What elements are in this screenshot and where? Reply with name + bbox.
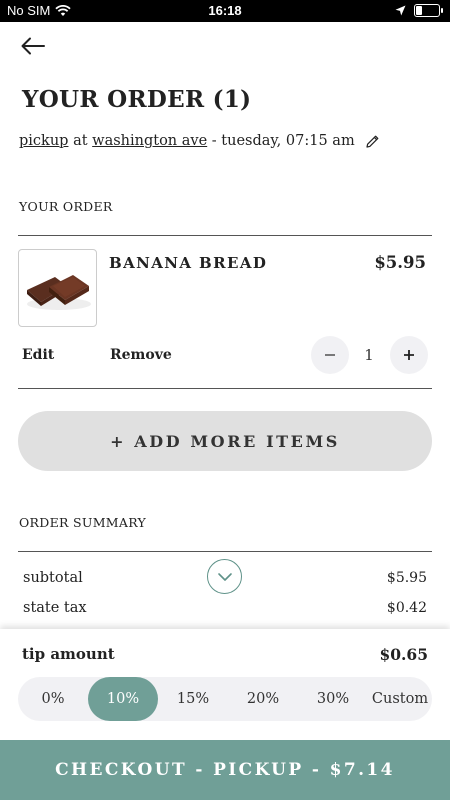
pencil-icon[interactable] bbox=[365, 134, 380, 149]
minus-icon bbox=[325, 354, 335, 356]
tip-option-20[interactable]: 20% bbox=[228, 677, 298, 721]
status-bar: No SIM 16:18 bbox=[0, 0, 450, 22]
tip-option-0[interactable]: 0% bbox=[18, 677, 88, 721]
divider bbox=[18, 551, 432, 552]
location-link[interactable]: washington ave bbox=[92, 133, 207, 149]
summary-label: subtotal bbox=[23, 570, 83, 586]
tip-option-30[interactable]: 30% bbox=[298, 677, 368, 721]
tip-panel: tip amount $0.65 0% 10% 15% 20% 30% Cust… bbox=[0, 629, 450, 740]
your-order-heading: YOUR ORDER bbox=[19, 199, 113, 214]
tip-option-custom[interactable]: Custom bbox=[368, 677, 432, 721]
chevron-down-icon bbox=[217, 572, 232, 581]
tip-option-15[interactable]: 15% bbox=[158, 677, 228, 721]
decrease-quantity-button[interactable] bbox=[311, 336, 349, 374]
summary-value: $0.42 bbox=[386, 600, 427, 616]
item-name: BANANA BREAD bbox=[109, 254, 268, 272]
page-title: YOUR ORDER (1) bbox=[22, 86, 252, 113]
divider bbox=[18, 235, 432, 236]
order-summary-heading: ORDER SUMMARY bbox=[19, 515, 147, 530]
tip-selector: 0% 10% 15% 20% 30% Custom bbox=[18, 677, 432, 721]
back-button[interactable] bbox=[18, 34, 48, 58]
back-arrow-icon bbox=[21, 37, 45, 55]
item-thumbnail bbox=[18, 249, 97, 327]
pickup-time: - tuesday, 07:15 am bbox=[211, 133, 355, 149]
plus-icon bbox=[404, 350, 414, 360]
remove-item-button[interactable]: Remove bbox=[110, 347, 172, 363]
increase-quantity-button[interactable] bbox=[390, 336, 428, 374]
item-price: $5.95 bbox=[374, 253, 426, 272]
add-more-items-button[interactable]: + ADD MORE ITEMS bbox=[18, 411, 432, 471]
location-arrow-icon bbox=[395, 5, 406, 16]
battery-icon bbox=[414, 4, 443, 17]
edit-item-button[interactable]: Edit bbox=[22, 347, 54, 363]
banana-bread-image bbox=[27, 275, 91, 310]
expand-summary-button[interactable] bbox=[207, 559, 242, 594]
pickup-mode-link[interactable]: pickup bbox=[19, 133, 68, 149]
tip-value: $0.65 bbox=[379, 645, 428, 664]
checkout-button[interactable]: CHECKOUT - PICKUP - $7.14 bbox=[0, 740, 450, 800]
summary-row-tax: state tax $0.42 bbox=[23, 600, 427, 616]
order-meta: pickup at washington ave - tuesday, 07:1… bbox=[19, 133, 380, 149]
tip-option-10[interactable]: 10% bbox=[88, 677, 158, 721]
summary-value: $5.95 bbox=[386, 570, 427, 586]
divider bbox=[18, 388, 432, 389]
meta-at-text: at bbox=[73, 133, 88, 149]
battery-level bbox=[416, 6, 422, 15]
clock: 16:18 bbox=[208, 3, 242, 18]
quantity-value: 1 bbox=[364, 346, 374, 364]
tip-label: tip amount bbox=[22, 645, 115, 663]
summary-label: state tax bbox=[23, 600, 87, 616]
